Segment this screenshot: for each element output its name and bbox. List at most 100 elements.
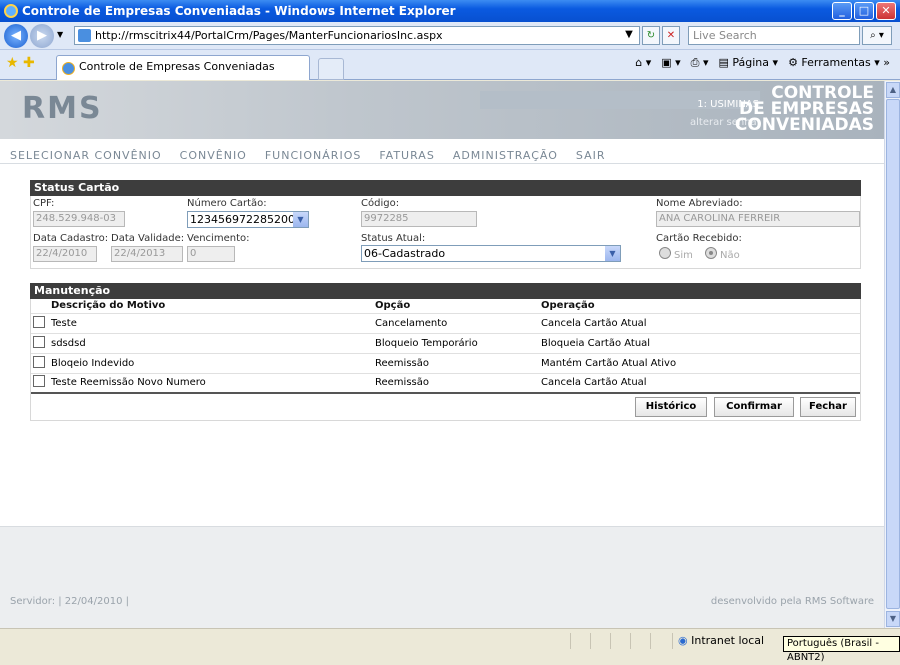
- chevron-down-icon: ▼: [605, 246, 620, 261]
- recebido-nao-radio[interactable]: [705, 247, 717, 259]
- scroll-thumb[interactable]: [886, 99, 900, 609]
- window-title: Controle de Empresas Conveniadas - Windo…: [22, 4, 456, 18]
- close-button[interactable]: ✕: [876, 2, 896, 20]
- confirmar-button[interactable]: Confirmar: [714, 397, 794, 417]
- row-checkbox[interactable]: [33, 335, 45, 348]
- stop-icon[interactable]: ✕: [662, 26, 680, 45]
- col-descricao: Descrição do Motivo: [51, 300, 166, 312]
- status-bar: ◉ Intranet local Português (Brasil - ABN…: [0, 628, 900, 663]
- header-banner: RMS 1: USIMINAS alterar senha CONTROLE D…: [0, 81, 884, 139]
- numero-cartao-value: 1234569722852001: [190, 213, 302, 226]
- row-checkbox[interactable]: [33, 355, 45, 368]
- codigo-field: 9972285: [361, 211, 477, 227]
- menu-convenio[interactable]: CONVÊNIO: [180, 149, 247, 162]
- numero-cartao-label: Número Cartão:: [187, 198, 267, 209]
- main-menu: SELECIONAR CONVÊNIO CONVÊNIO FUNCIONÁRIO…: [10, 149, 606, 162]
- brand-line3: CONVENIADAS: [734, 115, 874, 135]
- tab-current[interactable]: Controle de Empresas Conveniadas: [56, 55, 310, 80]
- menu-funcionarios[interactable]: FUNCIONÁRIOS: [265, 149, 361, 162]
- historico-button[interactable]: Histórico: [635, 397, 707, 417]
- status-cartao-title: Status Cartão: [30, 180, 861, 196]
- status-atual-select[interactable]: 06-Cadastrado ▼: [361, 245, 621, 262]
- search-icon[interactable]: ⌕ ▾: [862, 26, 892, 45]
- back-icon[interactable]: ◀: [4, 24, 28, 48]
- row-checkbox[interactable]: [33, 315, 45, 328]
- row-operacao: Cancela Cartão Atual: [539, 312, 860, 333]
- url-input[interactable]: http://rmscitrix44/PortalCrm/Pages/Mante…: [74, 26, 640, 45]
- row-descricao: Teste Reemissão Novo Numero: [49, 372, 373, 393]
- status-cartao-panel: Status Cartão CPF: 248.529.948-03 Número…: [30, 180, 861, 269]
- table-row[interactable]: sdsdsd Bloqueio Temporário Bloqueia Cart…: [31, 332, 860, 353]
- row-opcao: Reemissão: [373, 352, 539, 373]
- brand-title: CONTROLE DE EMPRESAS CONVENIADAS: [734, 85, 874, 135]
- status-cell: [672, 633, 673, 649]
- cpf-field: 248.529.948-03: [33, 211, 125, 227]
- row-descricao: Bloqeio Indevido: [49, 352, 373, 373]
- row-descricao: sdsdsd: [49, 332, 373, 353]
- search-input[interactable]: Live Search: [688, 26, 860, 45]
- window-titlebar: Controle de Empresas Conveniadas - Windo…: [0, 0, 900, 22]
- status-cell: [610, 633, 611, 649]
- security-zone[interactable]: ◉ Intranet local: [678, 634, 764, 647]
- row-descricao: Teste: [49, 312, 373, 333]
- menu-administracao[interactable]: ADMINISTRAÇÃO: [453, 149, 558, 162]
- manutencao-title: Manutenção: [30, 283, 861, 299]
- new-tab-button[interactable]: [318, 58, 344, 80]
- feeds-icon[interactable]: ▣ ▾: [661, 56, 680, 70]
- rms-logo: RMS: [22, 91, 103, 126]
- table-row[interactable]: Bloqeio Indevido Reemissão Mantém Cartão…: [31, 352, 860, 373]
- footer-band: [0, 526, 884, 628]
- print-icon[interactable]: ⎙ ▾: [691, 56, 709, 70]
- menu-sair[interactable]: SAIR: [576, 149, 606, 162]
- url-text: http://rmscitrix44/PortalCrm/Pages/Mante…: [95, 29, 443, 42]
- recebido-sim-label: Sim: [674, 250, 693, 261]
- vencimento-field: 0: [187, 246, 235, 262]
- fechar-button[interactable]: Fechar: [800, 397, 856, 417]
- table-row[interactable]: Teste Cancelamento Cancela Cartão Atual: [31, 312, 860, 333]
- row-operacao: Cancela Cartão Atual: [539, 372, 860, 393]
- row-checkbox[interactable]: [33, 375, 45, 388]
- menu-faturas[interactable]: FATURAS: [379, 149, 434, 162]
- vertical-scrollbar[interactable]: ▲ ▼: [884, 81, 900, 628]
- chevron-down-icon: ▼: [293, 212, 308, 227]
- zone-label: Intranet local: [691, 634, 765, 647]
- tools-menu-label: Ferramentas: [801, 56, 871, 69]
- tools-menu[interactable]: ⚙ Ferramentas ▾ »: [788, 56, 890, 70]
- scroll-down-icon[interactable]: ▼: [886, 611, 900, 627]
- data-validade-field: 22/4/2013: [111, 246, 183, 262]
- globe-icon: ◉: [678, 634, 688, 647]
- address-toolbar: ◀ ▶ ▼ http://rmscitrix44/PortalCrm/Pages…: [0, 22, 900, 50]
- motivos-table: Descrição do Motivo Opção Operação Teste…: [31, 299, 860, 394]
- menu-selecionar-convenio[interactable]: SELECIONAR CONVÊNIO: [10, 149, 162, 162]
- col-operacao: Operação: [541, 300, 595, 312]
- status-cell: [630, 633, 631, 649]
- tab-title: Controle de Empresas Conveniadas: [79, 60, 275, 73]
- codigo-label: Código:: [361, 198, 400, 209]
- nome-abreviado-label: Nome Abreviado:: [656, 198, 743, 209]
- history-dropdown-icon[interactable]: ▼: [57, 30, 63, 39]
- command-bar: ⌂ ▾ ▣ ▾ ⎙ ▾ ▤ Página ▾ ⚙ Ferramentas ▾ »: [635, 56, 890, 70]
- footer-servidor: Servidor: | 22/04/2010 |: [10, 596, 129, 607]
- language-tooltip: Português (Brasil - ABNT2): [783, 636, 900, 663]
- url-dropdown-icon[interactable]: ▼: [620, 26, 638, 45]
- forward-icon[interactable]: ▶: [30, 24, 54, 48]
- row-operacao: Bloqueia Cartão Atual: [539, 332, 860, 353]
- maximize-button[interactable]: □: [854, 2, 874, 20]
- data-validade-label: Data Validade:: [111, 233, 185, 244]
- status-atual-label: Status Atual:: [361, 233, 426, 244]
- minimize-button[interactable]: _: [832, 2, 852, 20]
- recebido-sim-radio[interactable]: [659, 247, 671, 259]
- scroll-up-icon[interactable]: ▲: [886, 82, 900, 98]
- status-cell: [590, 633, 591, 649]
- refresh-icon[interactable]: ↻: [642, 26, 660, 45]
- col-opcao: Opção: [375, 300, 411, 312]
- favorites-star-icon[interactable]: ★ ✚: [6, 55, 35, 71]
- page-content: RMS 1: USIMINAS alterar senha CONTROLE D…: [0, 81, 884, 628]
- numero-cartao-select[interactable]: 1234569722852001 ▼: [187, 211, 309, 228]
- page-menu[interactable]: ▤ Página ▾: [719, 56, 779, 70]
- manutencao-panel: Manutenção Descrição do Motivo Opção Ope…: [30, 283, 861, 421]
- home-icon[interactable]: ⌂ ▾: [635, 56, 651, 70]
- cartao-recebido-label: Cartão Recebido:: [656, 233, 742, 244]
- page-icon: [78, 29, 91, 42]
- table-row[interactable]: Teste Reemissão Novo Numero Reemissão Ca…: [31, 372, 860, 393]
